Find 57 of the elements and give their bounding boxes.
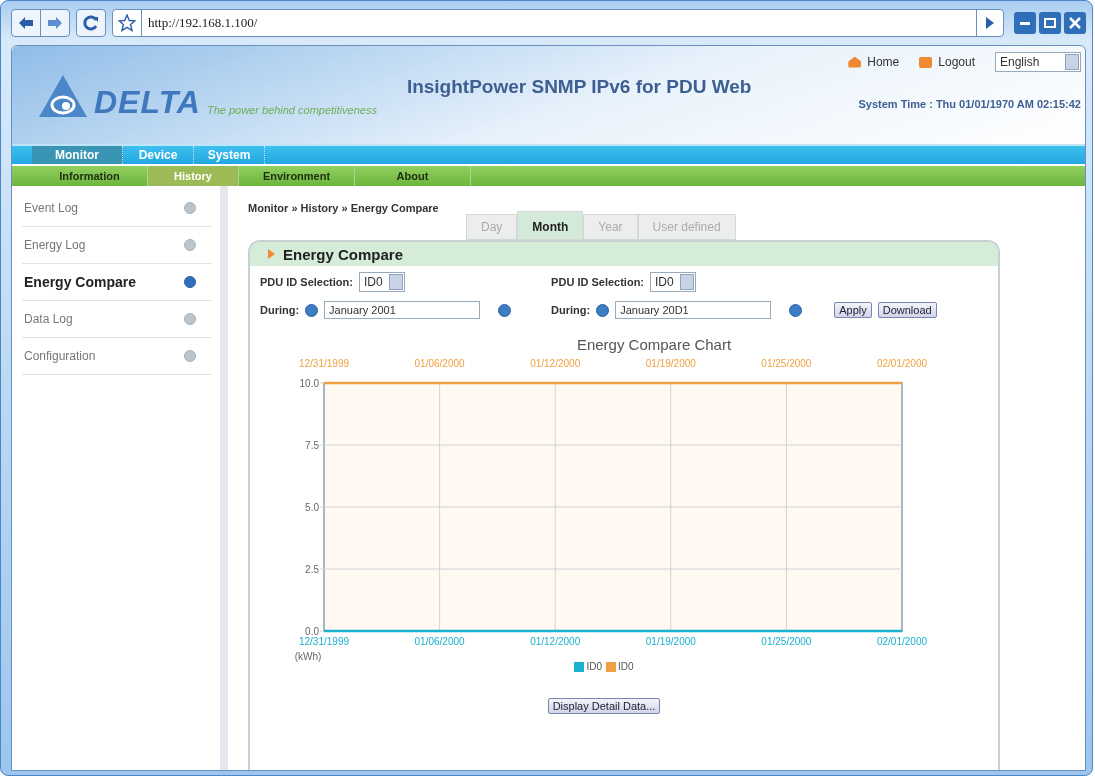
system-time: System Time : Thu 01/01/1970 AM 02:15:42 bbox=[858, 98, 1081, 110]
action-button[interactable]: Download bbox=[877, 302, 937, 318]
tab[interactable]: Month bbox=[517, 211, 584, 240]
logo-icon bbox=[38, 74, 88, 118]
x-tick-label: 01/19/2000 bbox=[645, 358, 696, 369]
sidebar-item[interactable]: Configuration bbox=[22, 338, 212, 375]
x-tick-label: 01/12/2000 bbox=[530, 358, 581, 369]
pdu-id-select[interactable]: ID0 bbox=[358, 272, 405, 292]
sidebar-item[interactable]: Energy Log bbox=[22, 227, 212, 264]
x-tick-label: 12/31/1999 bbox=[298, 358, 350, 369]
x-tick-label: 01/06/2000 bbox=[414, 358, 465, 369]
x-tick-label: 02/01/2000 bbox=[876, 636, 928, 647]
panel-title: Energy Compare bbox=[283, 245, 404, 263]
x-tick-label: 01/12/2000 bbox=[530, 636, 581, 647]
pdu-id-select[interactable]: ID0 bbox=[650, 272, 696, 292]
date-field[interactable]: January 20D1 bbox=[615, 301, 772, 319]
x-tick-label: 01/25/2000 bbox=[761, 358, 812, 369]
x-tick-label: 12/31/1999 bbox=[298, 636, 350, 647]
chart-title: Energy Compare Chart bbox=[575, 336, 733, 353]
x-tick-label: 02/01/2000 bbox=[876, 358, 928, 369]
minimize-icon[interactable] bbox=[1014, 12, 1036, 34]
subnav-tab[interactable]: About bbox=[355, 166, 471, 186]
date-field[interactable]: January 2001 bbox=[324, 301, 481, 319]
sidebar-item[interactable]: Energy Compare bbox=[22, 264, 212, 301]
arrow-icon bbox=[268, 249, 275, 259]
header-link[interactable]: Home bbox=[867, 55, 900, 69]
close-icon[interactable] bbox=[1064, 12, 1086, 34]
field-label: PDU ID Selection: bbox=[551, 276, 644, 288]
nav-tab[interactable]: Monitor bbox=[32, 146, 123, 164]
field-label: During: bbox=[551, 304, 591, 316]
y-tick-label: 7.5 bbox=[305, 440, 319, 451]
header-link[interactable]: Logout bbox=[938, 55, 975, 69]
legend-label: ID0 bbox=[618, 661, 634, 672]
tagline: The power behind competitiveness bbox=[206, 104, 377, 116]
maximize-icon[interactable] bbox=[1039, 12, 1061, 34]
display-detail-button[interactable]: Display Detail Data... bbox=[547, 698, 661, 714]
y-tick-label: 0.0 bbox=[305, 626, 319, 637]
legend-label: ID0 bbox=[586, 661, 602, 672]
breadcrumb: Monitor » History » Energy Compare bbox=[248, 202, 439, 214]
y-tick-label: 10.0 bbox=[299, 378, 319, 389]
x-tick-label: 01/19/2000 bbox=[645, 636, 696, 647]
axis-unit: (kWh) bbox=[294, 651, 322, 662]
reload-icon[interactable] bbox=[76, 9, 106, 37]
sidebar-item[interactable]: Data Log bbox=[22, 301, 212, 338]
subnav-tab[interactable]: Environment bbox=[239, 166, 355, 186]
product-title: InsightPower SNMP IPv6 for PDU Web bbox=[406, 76, 752, 98]
logo-text: DELTA bbox=[94, 86, 201, 118]
y-tick-label: 5.0 bbox=[305, 502, 319, 513]
language-select[interactable]: English bbox=[995, 52, 1081, 72]
house-icon bbox=[848, 56, 862, 68]
action-button[interactable]: Apply bbox=[834, 302, 872, 318]
y-tick-label: 2.5 bbox=[305, 564, 319, 575]
x-tick-label: 01/25/2000 bbox=[761, 636, 812, 647]
field-label: During: bbox=[260, 304, 300, 316]
x-tick-label: 01/06/2000 bbox=[414, 636, 465, 647]
field-label: PDU ID Selection: bbox=[260, 276, 353, 288]
sidebar-item[interactable]: Event Log bbox=[22, 190, 212, 227]
